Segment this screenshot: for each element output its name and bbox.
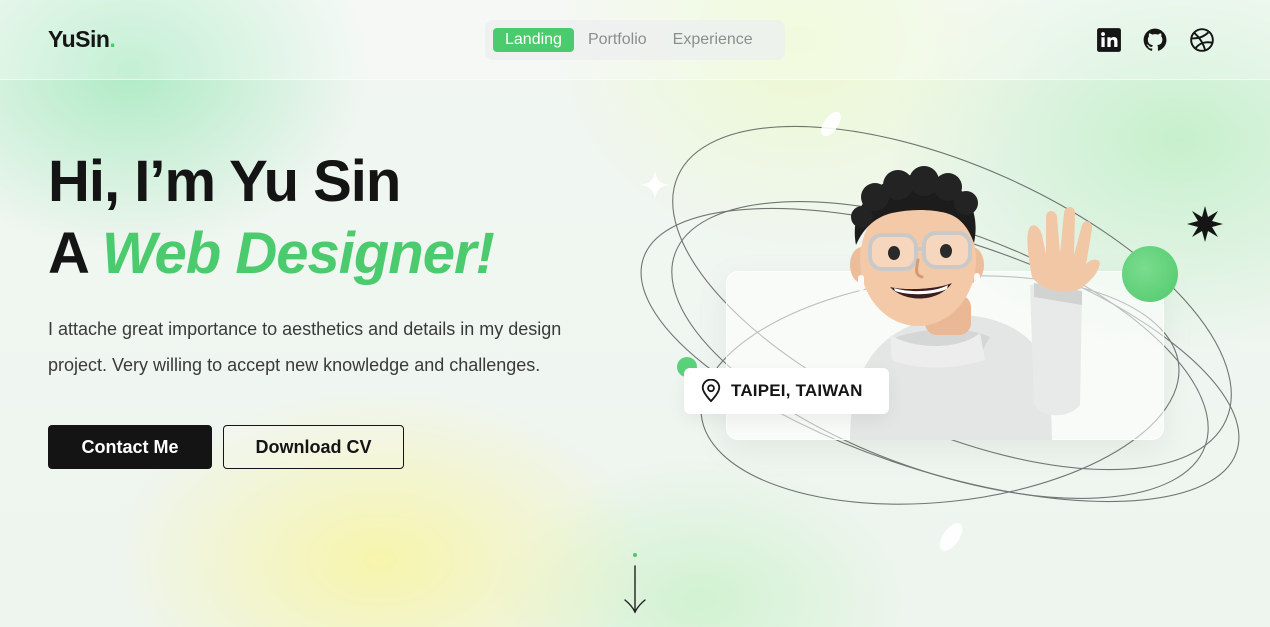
star-burst-icon: [1187, 206, 1223, 242]
nav-tabs: Landing Portfolio Experience: [485, 20, 785, 60]
github-icon[interactable]: [1142, 27, 1168, 53]
hero-greeting: Hi, I’m Yu Sin: [48, 149, 401, 214]
hero-title: Hi, I’m Yu Sin A Web Designer!: [48, 146, 495, 290]
nav-portfolio[interactable]: Portfolio: [576, 28, 659, 52]
green-orb-decoration: [1122, 246, 1178, 302]
site-header: YuSin. Landing Portfolio Experience: [0, 0, 1270, 80]
nav-experience[interactable]: Experience: [661, 28, 765, 52]
location-badge: TAIPEI, TAIWAN: [684, 368, 889, 414]
hero-role-accent: Web Designer!: [101, 221, 495, 286]
download-cv-button[interactable]: Download CV: [223, 425, 404, 469]
contact-me-button[interactable]: Contact Me: [48, 425, 212, 469]
location-text: TAIPEI, TAIWAN: [731, 381, 863, 400]
logo-text: YuSin: [48, 26, 110, 52]
light-streak-decoration: [939, 523, 963, 551]
map-pin-icon: [701, 379, 721, 403]
logo-dot: .: [109, 26, 116, 52]
nav-landing[interactable]: Landing: [493, 28, 574, 52]
scroll-down-arrow-icon[interactable]: [622, 552, 648, 616]
hero-role-prefix: A: [48, 221, 102, 286]
logo[interactable]: YuSin.: [48, 26, 116, 53]
hero-description: I attache great importance to aesthetics…: [48, 319, 562, 375]
light-streak-decoration: [821, 111, 841, 137]
linkedin-icon[interactable]: [1096, 27, 1122, 53]
hero-role: A Web Designer!: [48, 218, 495, 290]
dribbble-icon[interactable]: [1189, 27, 1215, 53]
sparkle-icon: [640, 170, 670, 200]
